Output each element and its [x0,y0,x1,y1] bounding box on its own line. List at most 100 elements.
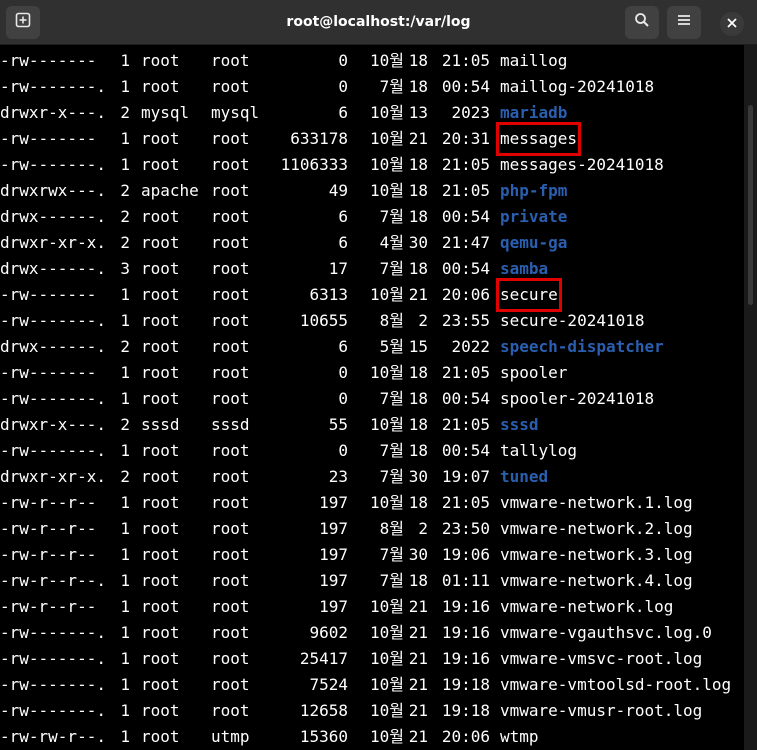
size-cell: 12658 [299,701,348,720]
permissions-cell: -rw-------. [0,77,106,96]
scrollbar-thumb[interactable] [748,105,753,305]
day-cell: 18 [408,389,428,408]
link-count-cell: 1 [120,571,130,590]
time-cell: 20:31 [441,129,490,148]
group-cell: root [211,207,250,226]
link-count-cell: 1 [120,649,130,668]
permissions-cell: -rw-rw-r--. [0,727,106,746]
permissions-cell: drwxr-x---. [0,415,106,434]
link-count-cell: 1 [120,623,130,642]
window-title: root@localhost:/var/log [286,14,471,30]
permissions-cell: -rw------- [0,51,97,70]
close-button[interactable] [720,12,744,36]
day-cell: 21 [408,727,428,746]
hamburger-menu-icon [677,13,691,32]
time-cell: 23:50 [441,519,490,538]
filename-cell: vmware-vmtoolsd-root.log [500,675,732,694]
time-cell: 00:54 [441,207,490,226]
owner-cell: root [141,649,180,668]
day-cell: 21 [408,285,428,304]
filename-cell: vmware-network.log [500,597,674,616]
day-cell: 18 [408,493,428,512]
owner-cell: root [141,233,180,252]
link-count-cell: 1 [120,441,130,460]
group-cell: root [211,77,250,96]
owner-cell: root [141,701,180,720]
link-count-cell: 1 [120,311,130,330]
group-cell: root [211,389,250,408]
group-cell: root [211,337,250,356]
group-cell: root [211,441,250,460]
month-cell: 10월 [370,623,404,642]
size-cell: 6 [338,103,348,122]
filename-cell: private [500,207,568,226]
title-bar: root@localhost:/var/log [0,0,757,45]
group-cell: root [211,467,250,486]
month-cell: 10월 [370,285,404,304]
day-cell: 2 [418,519,428,538]
search-button[interactable] [625,6,659,39]
link-count-cell: 1 [120,77,130,96]
time-cell: 19:16 [441,597,490,616]
day-cell: 21 [408,701,428,720]
month-cell: 10월 [370,129,404,148]
permissions-cell: drwx------. [0,259,106,278]
size-cell: 6313 [309,285,348,304]
group-cell: root [211,285,250,304]
permissions-cell: -rw------- [0,129,97,148]
owner-cell: sssd [141,415,180,434]
filename-cell: qemu-ga [500,233,568,252]
owner-cell: root [141,441,180,460]
permissions-cell: drwxr-x---. [0,103,106,122]
scrollbar[interactable] [744,45,757,750]
owner-cell: root [141,623,180,642]
permissions-cell: -rw-------. [0,441,106,460]
time-cell: 21:05 [441,181,490,200]
permissions-cell: -rw-r--r-- [0,519,97,538]
filename-cell: maillog-20241018 [500,77,655,96]
group-cell: root [211,597,250,616]
group-cell: root [211,51,250,70]
month-cell: 7월 [379,545,404,564]
filename-cell: vmware-network.3.log [500,545,693,564]
size-cell: 17 [328,259,348,278]
filename-cell: vmware-network.2.log [500,519,693,538]
filename-cell: maillog [500,51,568,70]
month-cell: 7월 [379,389,404,408]
time-cell: 19:18 [441,675,490,694]
link-count-cell: 1 [120,701,130,720]
size-cell: 6 [338,207,348,226]
owner-cell: root [141,493,180,512]
owner-cell: root [141,363,180,382]
link-count-cell: 1 [120,727,130,746]
month-cell: 10월 [370,155,404,174]
group-cell: root [211,311,250,330]
new-tab-button[interactable] [6,6,40,39]
size-cell: 197 [319,493,348,512]
filename-cell: mariadb [500,103,568,122]
time-cell: 20:06 [441,727,490,746]
month-cell: 10월 [370,51,404,70]
size-cell: 197 [319,545,348,564]
link-count-cell: 2 [120,415,130,434]
owner-cell: root [141,727,180,746]
size-cell: 197 [319,571,348,590]
permissions-cell: -rw-------. [0,649,106,668]
day-cell: 18 [408,363,428,382]
time-cell: 21:05 [441,493,490,512]
day-cell: 18 [408,155,428,174]
time-cell: 19:16 [441,623,490,642]
owner-cell: root [141,259,180,278]
menu-button[interactable] [667,6,701,39]
filename-cell: wtmp [500,727,539,746]
month-cell: 10월 [370,597,404,616]
filename-cell: vmware-vgauthsvc.log.0 [500,623,712,642]
filename-cell: messages [495,122,582,156]
terminal-output[interactable]: -rw------- 1 root root 0 10월 18 21:05 maillog -rw… [0,48,744,750]
group-cell: mysql [211,103,260,122]
month-cell: 7월 [379,77,404,96]
filename-cell: php-fpm [500,181,568,200]
filename-cell: spooler [500,363,568,382]
group-cell: root [211,493,250,512]
time-cell: 21:05 [441,51,490,70]
